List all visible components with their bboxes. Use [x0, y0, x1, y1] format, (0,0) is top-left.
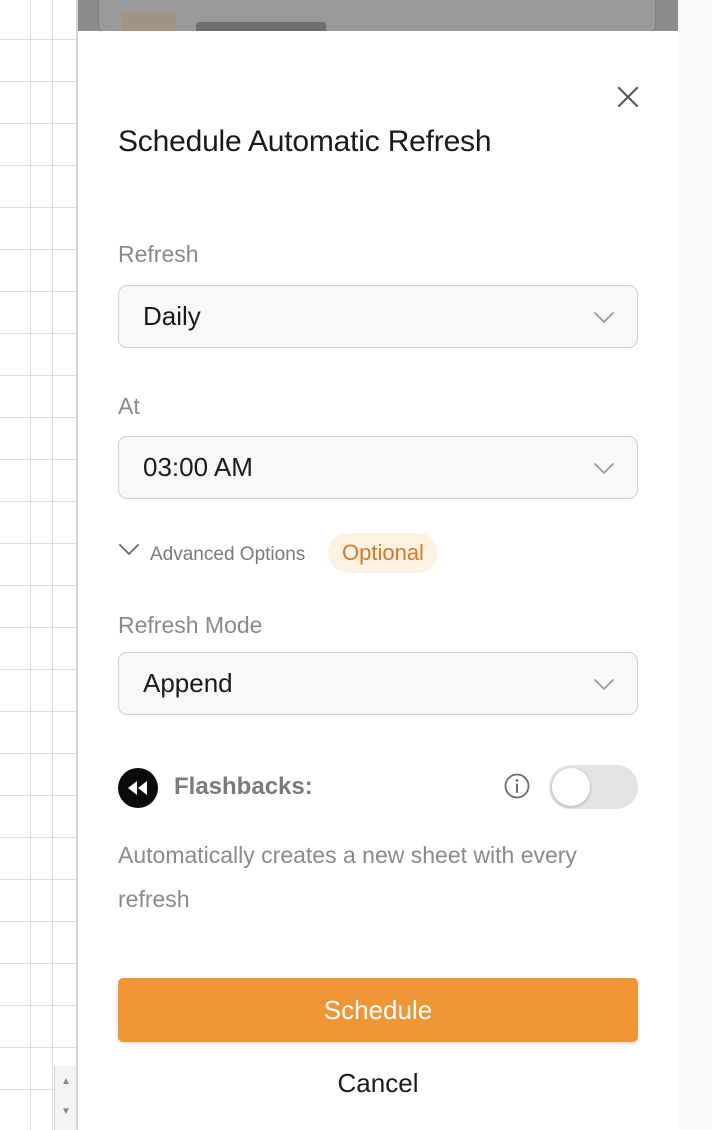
dimmed-backdrop: [78, 0, 678, 31]
flashbacks-label: Flashbacks:: [174, 773, 313, 800]
rewind-icon: [118, 768, 158, 808]
scroll-down-arrow-icon[interactable]: ▼: [55, 1100, 77, 1122]
refresh-time-select[interactable]: 03:00 AM: [118, 436, 638, 499]
schedule-button[interactable]: Schedule: [118, 978, 638, 1042]
refresh-time-value: 03:00 AM: [143, 452, 253, 482]
scroll-up-arrow-icon[interactable]: ▲: [55, 1070, 77, 1092]
chevron-down-icon: [594, 679, 614, 690]
right-edge-strip: [678, 0, 712, 1130]
chevron-down-icon: [119, 544, 139, 555]
close-icon[interactable]: [614, 83, 642, 111]
cancel-button[interactable]: Cancel: [118, 1061, 638, 1105]
refresh-label: Refresh: [118, 241, 199, 267]
flashbacks-row: Flashbacks:: [118, 765, 638, 811]
at-label: At: [118, 393, 140, 419]
page-title: Schedule Automatic Refresh: [118, 125, 492, 158]
advanced-options-toggle[interactable]: Advanced Options: [118, 533, 305, 573]
refresh-frequency-select[interactable]: Daily: [118, 285, 638, 348]
spreadsheet-grid: [0, 0, 78, 1130]
chevron-down-icon: [594, 312, 614, 323]
toggle-knob: [552, 768, 590, 806]
refresh-mode-label: Refresh Mode: [118, 612, 263, 638]
optional-badge: Optional: [328, 533, 438, 573]
flashbacks-description: Automatically creates a new sheet with e…: [118, 842, 577, 912]
refresh-mode-select[interactable]: Append: [118, 652, 638, 715]
chevron-down-icon: [594, 463, 614, 474]
info-icon[interactable]: [503, 772, 531, 800]
advanced-options-label: Advanced Options: [150, 544, 306, 565]
flashbacks-toggle[interactable]: [549, 765, 638, 809]
schedule-refresh-panel: Schedule Automatic Refresh Refresh Daily…: [78, 31, 678, 1130]
sheet-scrollbar[interactable]: ▲ ▼: [54, 1066, 76, 1130]
background-text: [196, 22, 326, 31]
background-file-icon: [122, 12, 176, 31]
refresh-mode-value: Append: [143, 668, 233, 698]
refresh-frequency-value: Daily: [143, 301, 201, 331]
background-card: [98, 0, 656, 31]
